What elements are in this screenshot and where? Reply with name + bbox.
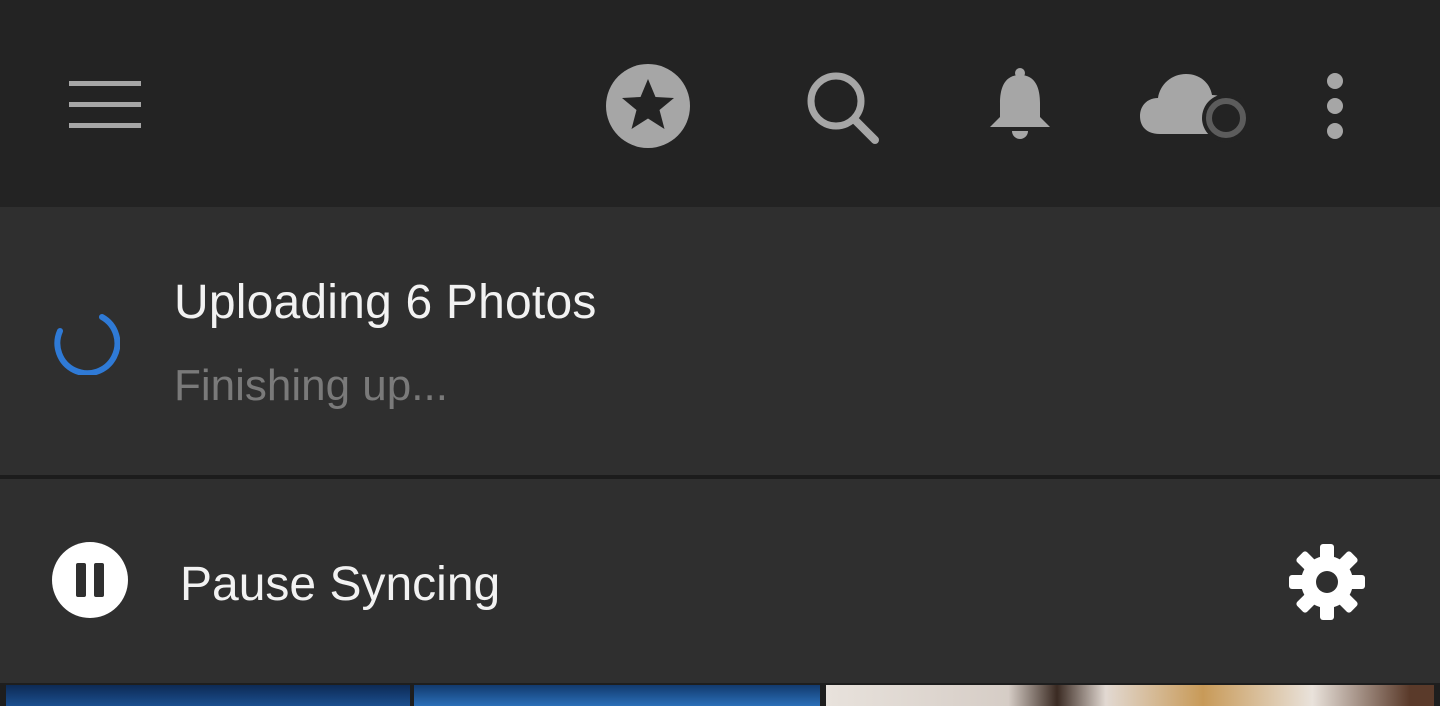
star-badge-icon — [606, 64, 690, 148]
pause-syncing-label: Pause Syncing — [180, 558, 501, 611]
photo-grid-strip — [0, 683, 1440, 706]
upload-status-panel: Uploading 6 Photos Finishing up... — [0, 207, 1440, 475]
cloud-sync-icon — [1140, 74, 1250, 142]
photo-thumbnail[interactable] — [6, 685, 410, 706]
pause-syncing-row[interactable]: Pause Syncing — [0, 479, 1440, 683]
menu-button[interactable] — [50, 60, 160, 150]
notifications-button[interactable] — [978, 62, 1062, 146]
cloud-sync-button[interactable] — [1136, 62, 1260, 146]
hamburger-menu-icon — [69, 81, 141, 128]
upload-status-text: Finishing up... — [174, 361, 448, 410]
search-icon — [807, 72, 879, 144]
pause-circle-icon — [52, 542, 128, 618]
lightroom-sync-screen: Uploading 6 Photos Finishing up... Pause… — [0, 0, 1440, 706]
loading-spinner-icon — [54, 314, 120, 375]
photo-thumbnail[interactable] — [414, 685, 820, 706]
sync-settings-button[interactable] — [1282, 537, 1372, 627]
upload-title: Uploading 6 Photos — [174, 276, 597, 329]
bell-icon — [990, 68, 1050, 139]
more-options-button[interactable] — [1306, 66, 1364, 146]
top-app-bar — [0, 0, 1440, 207]
gear-icon — [1289, 544, 1365, 620]
search-button[interactable] — [800, 68, 886, 148]
more-vertical-icon — [1327, 73, 1343, 139]
favorites-button[interactable] — [600, 58, 696, 154]
photo-thumbnail[interactable] — [826, 685, 1434, 706]
